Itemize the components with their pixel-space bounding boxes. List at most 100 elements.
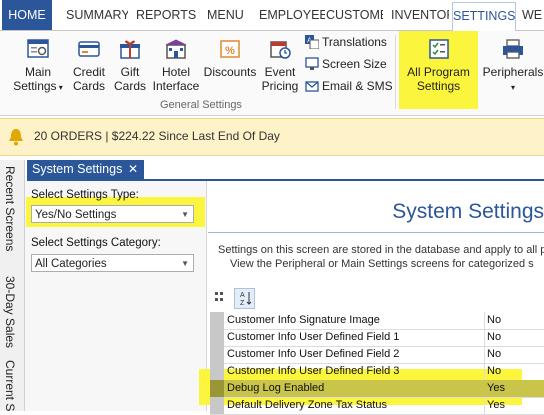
chevron-down-icon: ▼ xyxy=(181,210,189,219)
side-tab-strip: Recent Screens 30-Day Sales Current S xyxy=(0,160,25,411)
event-pricing-label: Event Pricing xyxy=(261,65,299,93)
credit-cards-label: Credit Cards xyxy=(72,65,105,93)
email-icon xyxy=(305,81,319,92)
svg-text:Z: Z xyxy=(240,300,245,307)
main-settings-label: Main Settings xyxy=(13,65,57,93)
translate-icon: A xyxy=(305,35,319,49)
row-header xyxy=(210,380,224,397)
settings-category-value: All Categories xyxy=(35,258,107,270)
chevron-down-icon: ▼ xyxy=(181,259,189,268)
tab-inventory[interactable]: INVENTOR xyxy=(391,0,449,30)
table-row[interactable]: Customer Info User Defined Field 3 No xyxy=(210,363,544,381)
setting-name: Default Delivery Zone Tax Status xyxy=(227,397,485,414)
settings-category-label: Select Settings Category: xyxy=(31,237,161,249)
gift-cards-label: Gift Cards xyxy=(113,65,146,93)
peripherals-button[interactable]: Peripherals ▾ xyxy=(482,37,544,95)
gift-icon xyxy=(120,40,140,59)
description-line-1: Settings on this screen are stored in th… xyxy=(218,244,544,256)
info-bar: 20 ORDERS | $224.22 Since Last End Of Da… xyxy=(0,118,544,156)
ribbon-separator xyxy=(395,35,396,109)
screen-size-label: Screen Size xyxy=(322,57,387,71)
document-tab-label: System Settings xyxy=(32,162,123,176)
bell-icon xyxy=(9,129,23,146)
setting-value[interactable]: No xyxy=(487,346,544,363)
title-divider xyxy=(208,232,544,233)
dropdown-arrow-icon: ▾ xyxy=(56,83,63,92)
event-pricing-button[interactable]: Event Pricing xyxy=(259,37,301,93)
settings-window-icon xyxy=(27,39,49,58)
table-row-selected[interactable]: Debug Log Enabled Yes xyxy=(210,380,544,398)
tab-menu[interactable]: MENU xyxy=(207,0,247,30)
settings-type-value: Yes/No Settings xyxy=(35,209,117,221)
side-tab-30-day-sales[interactable]: 30-Day Sales xyxy=(3,276,17,348)
table-row[interactable]: Default Delivery Zone Tax Status Yes xyxy=(210,397,544,415)
setting-name: Debug Log Enabled xyxy=(227,382,325,394)
setting-value[interactable]: No xyxy=(487,329,544,346)
settings-type-select[interactable]: Yes/No Settings ▼ xyxy=(31,205,194,223)
email-sms-label: Email & SMS xyxy=(322,79,393,93)
printer-icon xyxy=(503,39,523,59)
setting-value[interactable]: No xyxy=(487,312,544,329)
info-bar-text: 20 ORDERS | $224.22 Since Last End Of Da… xyxy=(34,129,280,143)
table-row[interactable]: Customer Info Signature Image No xyxy=(210,312,544,330)
email-sms-button[interactable]: Email & SMS xyxy=(305,79,393,93)
discounts-button[interactable]: % Discounts xyxy=(202,37,258,79)
ribbon-tab-bar: HOME SUMMARY REPORTS MENU EMPLOYEE CUSTO… xyxy=(0,0,544,32)
side-tab-recent-screens[interactable]: Recent Screens xyxy=(3,166,17,251)
settings-category-select[interactable]: All Categories ▼ xyxy=(31,254,194,272)
credit-card-icon xyxy=(78,41,100,57)
svg-text:A: A xyxy=(240,292,245,299)
sort-alphabetical-icon[interactable]: AZ xyxy=(234,288,255,309)
hotel-icon xyxy=(165,39,187,59)
all-program-settings-button[interactable]: All Program Settings xyxy=(402,37,475,93)
general-settings-group-label: General Settings xyxy=(160,99,242,111)
group-by-icon[interactable] xyxy=(213,290,229,306)
setting-name: Customer Info User Defined Field 3 xyxy=(227,363,485,380)
tab-settings[interactable]: SETTINGS xyxy=(452,2,516,32)
row-header xyxy=(210,329,224,346)
side-tab-current[interactable]: Current S xyxy=(3,360,17,411)
screen-size-button[interactable]: Screen Size xyxy=(305,57,387,71)
checklist-icon xyxy=(428,39,449,59)
setting-name: Customer Info Signature Image xyxy=(227,312,485,329)
settings-grid: Customer Info Signature Image No Customer… xyxy=(210,312,544,415)
table-row[interactable]: Customer Info User Defined Field 2 No xyxy=(210,346,544,364)
row-header xyxy=(210,312,224,329)
discount-tag-icon: % xyxy=(220,40,240,58)
discounts-label: Discounts xyxy=(203,65,257,79)
ribbon: Main Settings ▾ Credit Cards Gift Cards … xyxy=(0,31,544,116)
setting-value[interactable]: Yes xyxy=(487,397,544,414)
description-line-2: View the Peripheral or Main Settings scr… xyxy=(230,258,534,270)
tab-home[interactable]: HOME xyxy=(2,0,52,30)
translations-label: Translations xyxy=(322,35,387,49)
peripherals-dropdown-icon: ▾ xyxy=(510,83,515,92)
setting-name: Customer Info User Defined Field 1 xyxy=(227,329,485,346)
tab-employee[interactable]: EMPLOYEE xyxy=(259,0,325,30)
page-title: System Settings xyxy=(392,200,544,223)
table-row[interactable]: Customer Info User Defined Field 1 No xyxy=(210,329,544,347)
setting-value[interactable]: No xyxy=(487,363,544,380)
settings-type-label: Select Settings Type: xyxy=(31,189,139,201)
main-settings-button[interactable]: Main Settings ▾ xyxy=(12,37,64,95)
tab-reports[interactable]: REPORTS xyxy=(136,0,196,30)
settings-filter-panel: Select Settings Type: Yes/No Settings ▼ … xyxy=(25,181,207,411)
gift-cards-button[interactable]: Gift Cards xyxy=(112,37,148,93)
tab-web[interactable]: WE xyxy=(522,0,544,30)
document-tab-system-settings[interactable]: System Settings ✕ xyxy=(27,160,144,179)
credit-cards-button[interactable]: Credit Cards xyxy=(68,37,110,93)
setting-name: Customer Info User Defined Field 2 xyxy=(227,346,485,363)
peripherals-label: Peripherals xyxy=(482,65,544,79)
all-program-settings-label: All Program Settings xyxy=(407,65,470,93)
tab-customer[interactable]: CUSTOMER xyxy=(326,0,383,30)
monitor-icon xyxy=(305,57,319,70)
translations-button[interactable]: ATranslations xyxy=(305,35,387,49)
hotel-interface-button[interactable]: Hotel Interface xyxy=(150,37,202,93)
event-calendar-icon xyxy=(270,41,291,59)
row-header xyxy=(210,397,224,414)
tab-summary[interactable]: SUMMARY xyxy=(66,0,128,30)
setting-value[interactable]: Yes xyxy=(487,380,544,397)
close-icon[interactable]: ✕ xyxy=(128,160,138,179)
row-header xyxy=(210,346,224,363)
row-header xyxy=(210,363,224,380)
hotel-interface-label: Hotel Interface xyxy=(152,65,200,93)
